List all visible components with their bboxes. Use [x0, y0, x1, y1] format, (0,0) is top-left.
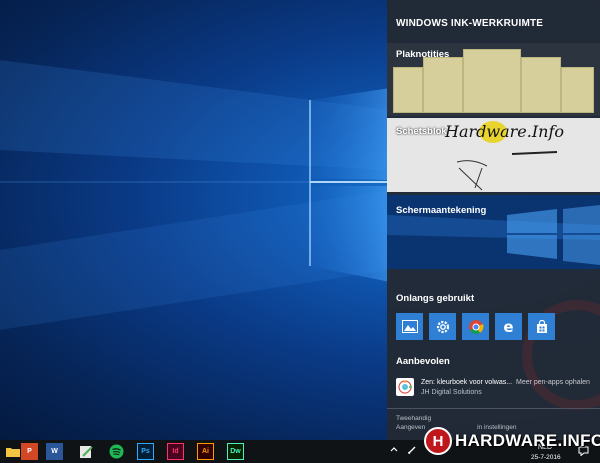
sticky-note — [463, 49, 521, 113]
spotify-icon[interactable] — [108, 443, 125, 460]
chrome-icon[interactable] — [462, 313, 489, 340]
recommended-app-title: Zen: kleurboek voor volwas... — [421, 379, 513, 386]
sketchpad-label: Schetsblok — [396, 126, 447, 137]
tray-chevron-up-icon[interactable] — [390, 446, 398, 454]
illustrator-label: Ai — [202, 448, 209, 455]
sticky-note — [393, 67, 423, 113]
photoshop-icon[interactable]: Ps — [137, 443, 154, 460]
ink-pen-icon[interactable] — [78, 443, 95, 460]
handedness-setting-text: Tweehandig — [396, 415, 432, 422]
screen-sketch-label: Schermaantekening — [396, 205, 487, 216]
more-pen-apps-link[interactable]: Meer pen-apps ophalen — [516, 379, 590, 386]
indesign-icon[interactable]: Id — [167, 443, 184, 460]
edge-icon[interactable]: e — [495, 313, 522, 340]
zen-app-icon — [396, 378, 414, 396]
photos-icon[interactable] — [396, 313, 423, 340]
brand-watermark: H HARDWARE.INFO — [424, 425, 600, 457]
indesign-label: Id — [172, 448, 179, 455]
sticky-note — [423, 57, 463, 113]
dreamweaver-icon[interactable]: Dw — [227, 443, 244, 460]
recommended-app-publisher: JH Digital Solutions — [421, 389, 482, 396]
illustrator-icon[interactable]: Ai — [197, 443, 214, 460]
dreamweaver-label: Dw — [230, 448, 241, 455]
brand-text: HARDWARE.INFO — [455, 431, 600, 450]
file-explorer-icon[interactable] — [4, 443, 21, 460]
divider — [387, 408, 600, 409]
recently-used-label: Onlangs gebruikt — [396, 293, 475, 304]
sticky-notes-label: Plaknotities — [396, 49, 450, 60]
ink-workspace-panel: WINDOWS INK-WERKRUIMTE Plaknotities Sche… — [387, 0, 600, 440]
pen-workspace-icon[interactable] — [407, 445, 417, 457]
powerpoint-icon[interactable]: P — [21, 443, 38, 460]
sketch-handwriting: Hardware.Info — [445, 122, 564, 141]
word-label: W — [51, 448, 58, 455]
settings-hint-start: Aangeven — [396, 424, 426, 431]
word-icon[interactable]: W — [46, 443, 63, 460]
sticky-note — [561, 67, 594, 113]
powerpoint-label: P — [27, 448, 32, 455]
sticky-note — [521, 57, 561, 113]
brand-logo-icon: H — [424, 427, 452, 455]
store-icon[interactable] — [528, 313, 555, 340]
settings-gear-icon[interactable] — [429, 313, 456, 340]
panel-title: WINDOWS INK-WERKRUIMTE — [396, 18, 544, 29]
photoshop-label: Ps — [141, 448, 150, 455]
recent-apps-row: e — [396, 313, 555, 340]
recommended-label: Aanbevolen — [396, 356, 450, 367]
